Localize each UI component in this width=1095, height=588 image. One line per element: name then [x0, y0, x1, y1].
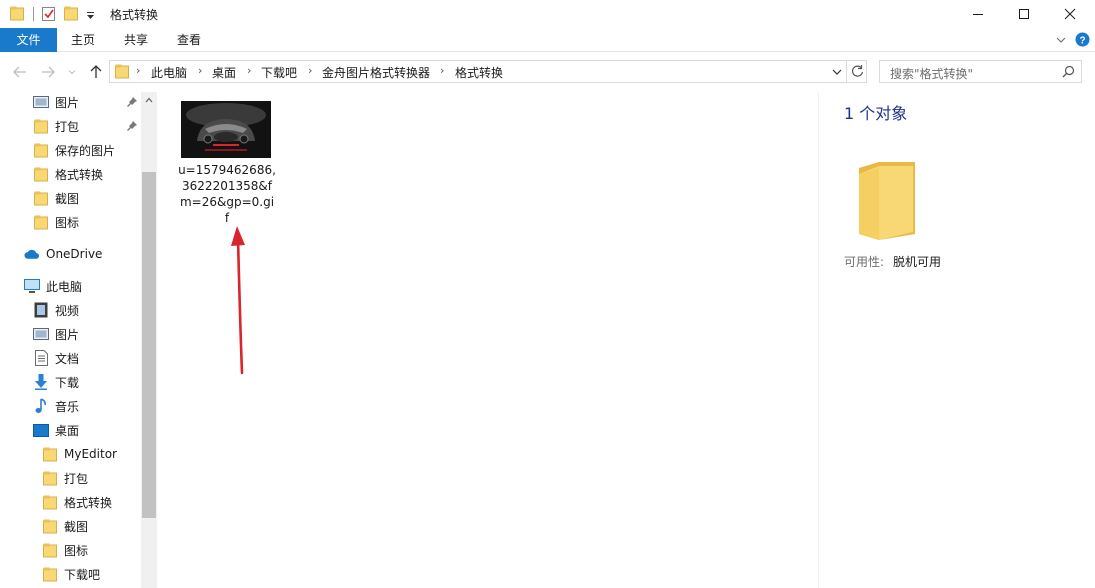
sidebar-item-downloads[interactable]: 下载	[33, 370, 79, 394]
scroll-up-icon[interactable]	[141, 92, 157, 108]
folder-icon	[33, 118, 49, 134]
video-icon	[33, 302, 49, 318]
sidebar-item-icons[interactable]: 图标	[33, 210, 79, 234]
computer-icon	[24, 278, 40, 294]
details-pane: 1 个对象 可用性: 脱机可用	[818, 92, 1095, 588]
sidebar-item-pack[interactable]: 打包	[33, 114, 79, 138]
folder-icon	[115, 64, 129, 82]
sidebar-item-saved-pictures[interactable]: 保存的图片	[33, 138, 115, 162]
search-icon[interactable]	[1062, 65, 1075, 81]
folder-icon	[33, 142, 49, 158]
pictures-icon	[33, 94, 49, 110]
search-placeholder: 搜索"格式转换"	[890, 67, 974, 81]
file-thumbnail	[181, 101, 271, 158]
svg-text:?: ?	[1079, 36, 1085, 47]
sidebar-item-myeditor[interactable]: MyEditor	[42, 442, 117, 466]
sidebar-item-desktop-icons[interactable]: 图标	[42, 538, 88, 562]
sidebar-item-desktop-pack[interactable]: 打包	[42, 466, 88, 490]
properties-icon[interactable]	[41, 6, 57, 25]
sidebar-item-pc-pictures[interactable]: 图片	[33, 322, 79, 346]
divider	[846, 61, 847, 82]
pin-icon[interactable]	[126, 120, 138, 135]
folder-icon	[42, 470, 58, 486]
breadcrumb-separator-icon[interactable]: ›	[440, 64, 444, 77]
item-count: 1 个对象	[844, 104, 908, 123]
sidebar-item-desktop-format-convert[interactable]: 格式转换	[42, 490, 112, 514]
file-name: u=1579462686, 3622201358&f m=26&gp=0.gi …	[178, 163, 276, 225]
breadcrumb-desktop[interactable]: 桌面	[212, 64, 236, 81]
forward-button[interactable]	[38, 62, 58, 82]
navigation-pane: 图片 打包 保存的图片 格式转换 截图 图标 OneDrive 此电脑 视频 图…	[0, 92, 157, 588]
breadcrumb-converter[interactable]: 金舟图片格式转换器	[322, 64, 430, 81]
tab-view[interactable]: 查看	[166, 28, 212, 52]
recent-locations-chevron-icon[interactable]	[62, 62, 82, 82]
up-button[interactable]	[86, 62, 106, 82]
ribbon-tabs: 文件 主页 共享 查看 ?	[0, 28, 1095, 52]
document-icon	[33, 350, 49, 366]
cloud-icon	[24, 246, 40, 262]
breadcrumb-this-pc[interactable]: 此电脑	[151, 64, 187, 81]
tab-share[interactable]: 共享	[113, 28, 159, 52]
desktop-icon	[33, 422, 49, 438]
divider	[33, 7, 34, 21]
folder-icon	[33, 166, 49, 182]
new-folder-icon[interactable]	[64, 6, 78, 24]
help-icon[interactable]: ?	[1075, 32, 1090, 50]
breadcrumb-separator-icon[interactable]: ›	[308, 64, 312, 77]
customize-dropdown-icon[interactable]	[86, 9, 95, 23]
breadcrumb-downloads-bar[interactable]: 下载吧	[261, 64, 297, 81]
file-item-gif[interactable]: u=1579462686, 3622201358&f m=26&gp=0.gi …	[176, 96, 278, 236]
chevron-down-icon[interactable]	[1055, 34, 1067, 49]
minimize-button[interactable]	[955, 0, 1001, 28]
back-button[interactable]	[10, 62, 30, 82]
sidebar-item-onedrive[interactable]: OneDrive	[24, 242, 102, 266]
breadcrumb-separator-icon[interactable]: ›	[136, 64, 140, 77]
maximize-button[interactable]	[1001, 0, 1047, 28]
sidebar-item-desktop-screenshots[interactable]: 截图	[42, 514, 88, 538]
folder-icon	[33, 214, 49, 230]
sidebar-item-desktop-downloads-bar[interactable]: 下载吧	[42, 562, 100, 586]
folder-large-icon	[857, 158, 917, 245]
sidebar-item-music[interactable]: 音乐	[33, 394, 79, 418]
sidebar-item-documents[interactable]: 文档	[33, 346, 79, 370]
music-icon	[33, 398, 49, 414]
folder-icon	[42, 566, 58, 582]
tab-file[interactable]: 文件	[0, 28, 57, 52]
title-bar: 格式转换	[0, 0, 1095, 28]
sidebar-item-desktop[interactable]: 桌面	[33, 418, 79, 442]
address-dropdown-icon[interactable]	[832, 66, 842, 80]
sidebar-item-screenshots[interactable]: 截图	[33, 186, 79, 210]
pin-icon[interactable]	[126, 96, 138, 111]
scrollbar-thumb[interactable]	[142, 172, 156, 518]
nav-scrollbar[interactable]	[141, 92, 157, 588]
sidebar-item-pictures[interactable]: 图片	[33, 90, 79, 114]
folder-icon	[42, 494, 58, 510]
breadcrumb-format-convert[interactable]: 格式转换	[455, 64, 503, 81]
tab-home[interactable]: 主页	[60, 28, 106, 52]
folder-icon	[42, 446, 58, 462]
refresh-icon[interactable]	[851, 64, 864, 81]
search-input[interactable]: 搜索"格式转换"	[879, 60, 1082, 83]
close-button[interactable]	[1047, 0, 1093, 28]
sidebar-item-format-convert[interactable]: 格式转换	[33, 162, 103, 186]
folder-icon	[33, 190, 49, 206]
download-icon	[33, 374, 49, 390]
pictures-icon	[33, 326, 49, 342]
folder-icon	[42, 542, 58, 558]
sidebar-item-videos[interactable]: 视频	[33, 298, 79, 322]
window-title: 格式转换	[110, 8, 159, 22]
breadcrumb-separator-icon[interactable]: ›	[247, 64, 251, 77]
folder-icon	[42, 518, 58, 534]
folder-icon	[10, 6, 24, 24]
availability-value: 脱机可用	[893, 255, 942, 269]
breadcrumb-separator-icon[interactable]: ›	[198, 64, 202, 77]
sidebar-item-this-pc[interactable]: 此电脑	[24, 274, 82, 298]
address-bar[interactable]: › 此电脑 › 桌面 › 下载吧 › 金舟图片格式转换器 › 格式转换	[109, 60, 867, 83]
availability-label: 可用性:	[844, 255, 885, 269]
